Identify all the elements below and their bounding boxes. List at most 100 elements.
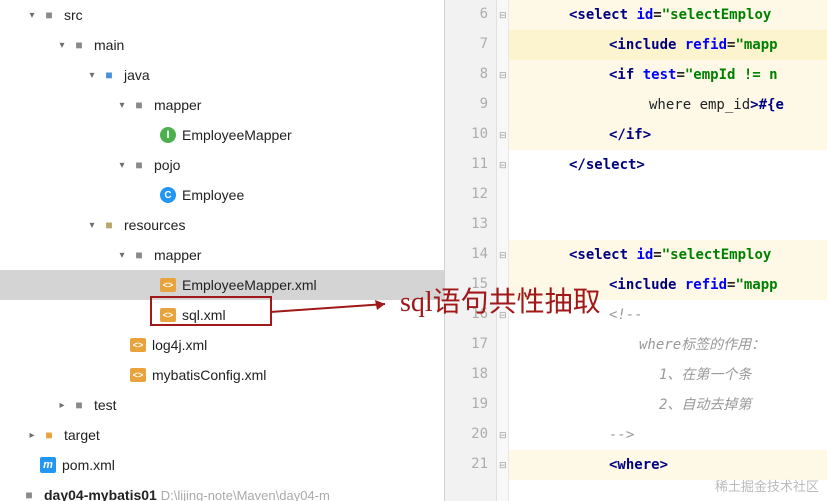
tree-item-resources[interactable]: ▾■ resources [0,210,444,240]
line-number: 12 [448,186,488,202]
chevron-down-icon: ▾ [54,37,70,53]
tree-item-pojo[interactable]: ▾■ pojo [0,150,444,180]
code-line[interactable]: --> [509,420,827,450]
chevron-right-icon: ▸ [24,427,40,443]
folder-icon: ■ [100,216,118,234]
folder-icon: ■ [100,66,118,84]
tree-label: EmployeeMapper [182,127,292,143]
tree-label: day04-mybatis01 [44,487,157,501]
tree-label: mybatisConfig.xml [152,367,266,383]
fold-icon[interactable]: ⊟ [499,70,507,78]
tree-item-mapper[interactable]: ▾■ mapper [0,90,444,120]
tree-item-src[interactable]: ▾■ src [0,0,444,30]
tree-item-day04[interactable]: ■ day04-mybatis01 D:\lijing-note\Maven\da… [0,480,444,501]
code-editor[interactable]: 6 7 8 9 10 11 12 13 14 15 16 17 18 19 20… [445,0,827,501]
fold-icon[interactable]: ⊟ [499,10,507,18]
line-number: 18 [448,366,488,382]
chevron-down-icon: ▾ [114,97,130,113]
code-line[interactable]: <select id="selectEmploy [509,240,827,270]
chevron-down-icon: ▾ [84,217,100,233]
xml-icon: <> [130,338,146,352]
interface-icon: I [160,127,176,143]
folder-icon: ■ [130,96,148,114]
xml-icon: <> [130,368,146,382]
chevron-down-icon: ▾ [24,7,40,23]
tree-label: pojo [154,157,180,173]
folder-icon: ■ [130,246,148,264]
folder-icon: ■ [130,156,148,174]
tree-item-sql-xml[interactable]: <> sql.xml [0,300,444,330]
tree-item-target[interactable]: ▸■ target [0,420,444,450]
folder-icon: ■ [70,36,88,54]
line-number: 21 [448,456,488,472]
tree-label: log4j.xml [152,337,207,353]
fold-icon[interactable]: ⊟ [499,160,507,168]
line-number: 8 [448,66,488,82]
tree-item-test[interactable]: ▸■ test [0,390,444,420]
fold-gutter: ⊟ ⊟ ⊟ ⊟ ⊟ ⊟ ⊟ ⊟ [497,0,509,501]
chevron-down-icon: ▾ [114,157,130,173]
tree-label: Employee [182,187,244,203]
tree-label: main [94,37,124,53]
line-number: 13 [448,216,488,232]
code-line[interactable]: where标签的作用： [509,330,827,360]
tree-label: target [64,427,100,443]
chevron-down-icon: ▾ [114,247,130,263]
tree-label: sql.xml [182,307,226,323]
maven-icon: m [40,457,56,473]
code-area[interactable]: <select id="selectEmploy <include refid=… [509,0,827,501]
xml-icon: <> [160,308,176,322]
tree-item-employeemapper[interactable]: I EmployeeMapper [0,120,444,150]
code-line[interactable]: <if test="empId != n [509,60,827,90]
folder-icon: ■ [40,6,58,24]
code-line[interactable]: where emp_id>#{e [509,90,827,120]
tree-item-log4j[interactable]: <> log4j.xml [0,330,444,360]
folder-icon: ■ [40,426,58,444]
tree-path: D:\lijing-note\Maven\day04-m [161,488,330,501]
tree-label: EmployeeMapper.xml [182,277,317,293]
tree-item-mybatis[interactable]: <> mybatisConfig.xml [0,360,444,390]
folder-icon: ■ [70,396,88,414]
xml-icon: <> [160,278,176,292]
line-number: 19 [448,396,488,412]
tree-label: src [64,7,83,23]
chevron-right-icon: ▸ [54,397,70,413]
line-number: 7 [448,36,488,52]
code-line[interactable]: 1、在第一个条 [509,360,827,390]
code-line[interactable]: </select> [509,150,827,180]
chevron-down-icon: ▾ [84,67,100,83]
code-line[interactable]: </if> [509,120,827,150]
fold-icon[interactable]: ⊟ [499,130,507,138]
line-number: 14 [448,246,488,262]
gutter: 6 7 8 9 10 11 12 13 14 15 16 17 18 19 20… [445,0,497,501]
fold-icon[interactable]: ⊟ [499,460,507,468]
tree-label: pom.xml [62,457,115,473]
fold-icon[interactable]: ⊟ [499,430,507,438]
class-icon: C [160,187,176,203]
tree-item-pom[interactable]: m pom.xml [0,450,444,480]
tree-label: mapper [154,97,201,113]
tree-label: resources [124,217,185,233]
tree-label: mapper [154,247,201,263]
watermark: 稀土掘金技术社区 [715,476,819,495]
tree-item-mapper-res[interactable]: ▾■ mapper [0,240,444,270]
project-tree[interactable]: ▾■src ▾■main ▾■java ▾■mapper IEmployeeMa… [0,0,445,501]
line-number: 11 [448,156,488,172]
annotation-text: sql语句共性抽取 [400,280,601,320]
tree-item-main[interactable]: ▾■ main [0,30,444,60]
tree-item-employee[interactable]: C Employee [0,180,444,210]
code-line[interactable]: <select id="selectEmploy [509,0,827,30]
folder-icon: ■ [20,486,38,501]
tree-label: test [94,397,117,413]
tree-item-java[interactable]: ▾■ java [0,60,444,90]
line-number: 20 [448,426,488,442]
tree-item-employeemapper-xml[interactable]: <> EmployeeMapper.xml [0,270,444,300]
line-number: 6 [448,6,488,22]
line-number: 17 [448,336,488,352]
code-line[interactable]: <include refid="mapp [509,30,827,60]
fold-icon[interactable]: ⊟ [499,250,507,258]
tree-label: java [124,67,150,83]
line-number: 9 [448,96,488,112]
code-line[interactable]: 2、自动去掉第 [509,390,827,420]
line-number: 10 [448,126,488,142]
